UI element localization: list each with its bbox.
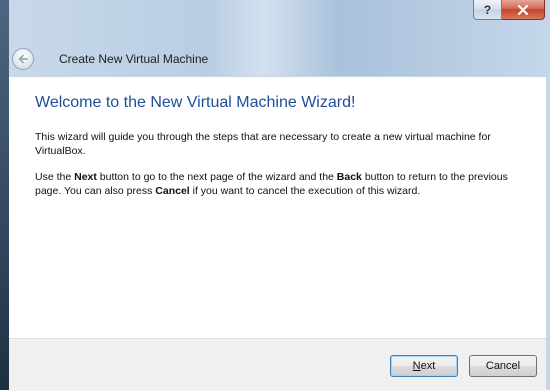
close-button[interactable] — [502, 0, 545, 20]
next-label-rest: ext — [420, 360, 436, 372]
page-title: Welcome to the New Virtual Machine Wizar… — [35, 94, 356, 111]
cancel-button[interactable]: Cancel — [469, 355, 537, 377]
window-title: Create New Virtual Machine — [59, 52, 209, 66]
instructions-text-2: button to go to the next page of the wiz… — [96, 171, 337, 183]
instructions-cancel-keyword: Cancel — [155, 185, 190, 197]
instructions-paragraph: Use the Next button to go to the next pa… — [35, 170, 535, 198]
wizard-content: Welcome to the New Virtual Machine Wizar… — [9, 76, 546, 339]
titlebar-buttons: ? — [473, 0, 545, 20]
wizard-footer: Next Cancel — [9, 338, 546, 391]
back-arrow-icon — [18, 54, 28, 64]
instructions-text-1: Use the — [35, 171, 75, 183]
next-mnemonic: N — [412, 360, 421, 372]
next-button[interactable]: Next — [390, 355, 458, 377]
close-icon — [517, 4, 529, 15]
wizard-header: Create New Virtual Machine — [9, 42, 545, 76]
intro-paragraph: This wizard will guide you through the s… — [35, 131, 491, 157]
help-label: ? — [483, 2, 492, 17]
instructions-next-keyword: Next — [74, 171, 97, 183]
window-left-edge — [0, 0, 9, 390]
instructions-text-4: if you want to cancel the execution of t… — [189, 185, 421, 197]
help-button[interactable]: ? — [473, 0, 502, 20]
instructions-back-keyword: Back — [336, 171, 362, 183]
back-button[interactable] — [12, 48, 34, 70]
